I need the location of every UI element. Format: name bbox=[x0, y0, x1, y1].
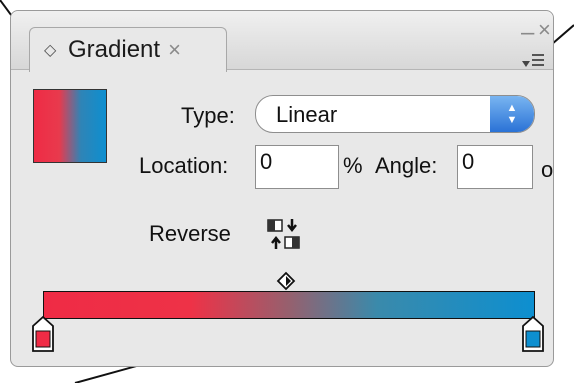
close-icon[interactable]: × bbox=[538, 17, 551, 43]
collapse-icon[interactable]: – bbox=[521, 19, 534, 47]
location-unit: % bbox=[343, 153, 363, 178]
reverse-gradient-icon[interactable] bbox=[266, 216, 302, 252]
gradient-panel: ◇ Gradient × – × Type: Linear ▲ ▼ Locatio… bbox=[10, 10, 554, 367]
color-stop-start[interactable] bbox=[32, 316, 54, 352]
color-stop-end[interactable] bbox=[522, 316, 544, 352]
tab-arrows-icon: ◇ bbox=[44, 42, 57, 59]
gradient-ramp[interactable] bbox=[43, 291, 535, 319]
panel-menu-icon[interactable] bbox=[522, 51, 544, 69]
angle-input[interactable]: 0 bbox=[457, 145, 533, 189]
location-label: Location: bbox=[139, 153, 229, 178]
select-stepper-icon[interactable]: ▲ ▼ bbox=[490, 96, 534, 132]
angle-unit: o bbox=[541, 157, 554, 182]
tab-close-icon[interactable]: × bbox=[168, 37, 181, 63]
tab-gradient[interactable]: ◇ Gradient × bbox=[29, 27, 227, 72]
reverse-label: Reverse bbox=[149, 221, 231, 246]
type-label: Type: bbox=[181, 103, 235, 128]
type-select[interactable]: Linear ▲ ▼ bbox=[255, 95, 535, 133]
angle-label: Angle: bbox=[375, 153, 438, 178]
tab-label: Gradient bbox=[68, 36, 161, 63]
type-select-value: Linear bbox=[276, 102, 338, 127]
location-input[interactable]: 0 bbox=[255, 145, 339, 189]
gradient-swatch[interactable] bbox=[33, 89, 107, 163]
midpoint-diamond-icon[interactable] bbox=[276, 271, 296, 291]
